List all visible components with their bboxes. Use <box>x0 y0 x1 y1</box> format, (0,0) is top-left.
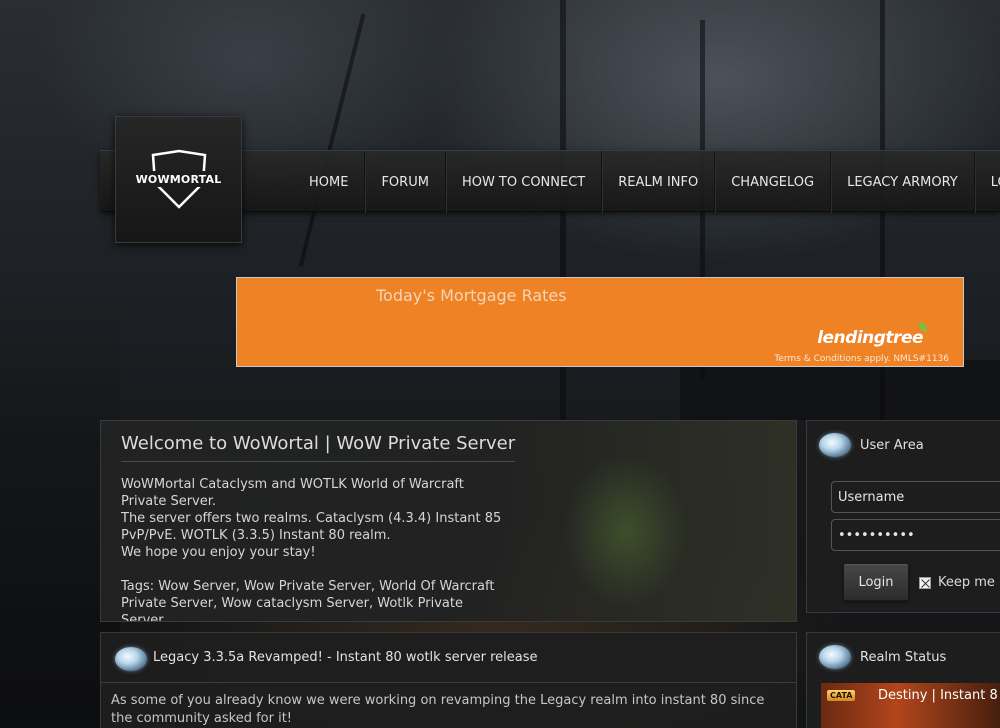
tags-line: Tags: Wow Server, Wow Private Server, Wo… <box>121 579 495 594</box>
user-area-panel: User Area Login Keep me <box>806 420 1000 613</box>
site-logo[interactable]: WOWMORTAL <box>115 116 242 243</box>
password-input[interactable] <box>831 519 1000 551</box>
orb-icon <box>115 647 147 671</box>
news-text-line: the community asked for it! <box>111 711 293 726</box>
login-button[interactable]: Login <box>843 563 909 601</box>
ad-headline[interactable]: Today's Mortgage Rates <box>376 286 567 305</box>
remember-checkbox[interactable] <box>919 576 931 589</box>
orb-icon <box>819 433 851 457</box>
realm-name: Destiny | Instant 8 <box>878 688 998 703</box>
background-art <box>680 360 1000 420</box>
welcome-text-line: WoWMortal Cataclysm and WOTLK World of W… <box>121 477 464 492</box>
realm-status-panel: Realm Status CATA Destiny | Instant 8 <box>806 632 1000 728</box>
welcome-title: Welcome to WoWortal | WoW Private Server <box>121 433 516 462</box>
nav-item-legacy-armory[interactable]: LEGACY ARMORY <box>830 151 974 213</box>
welcome-body: WoWMortal Cataclysm and WOTLK World of W… <box>121 476 521 622</box>
orb-icon <box>819 645 851 669</box>
remember-label: Keep me <box>938 575 995 590</box>
welcome-panel: Welcome to WoWortal | WoW Private Server… <box>100 420 797 622</box>
welcome-text-line: PvP/PvE. WOTLK (3.3.5) Instant 80 realm. <box>121 528 391 543</box>
background-art <box>298 13 366 267</box>
ad-brand-logo[interactable]: lendingtree <box>817 328 923 348</box>
welcome-text-line: The server offers two realms. Cataclysm … <box>121 511 502 526</box>
ad-banner[interactable]: Today's Mortgage Rates lendingtree Terms… <box>236 277 964 367</box>
news-panel: Legacy 3.3.5a Revamped! - Instant 80 wot… <box>100 632 797 728</box>
news-text-line: As some of you already know we were work… <box>111 693 765 708</box>
user-area-header: User Area <box>819 433 924 457</box>
ad-terms: Terms & Conditions apply. NMLS#1136 <box>774 354 949 364</box>
nav-item-home[interactable]: HOME <box>293 151 364 213</box>
nav-menu: HOME FORUM HOW TO CONNECT REALM INFO CHA… <box>293 151 1000 213</box>
tags-line: Server. <box>121 613 167 622</box>
realm-status-title: Realm Status <box>860 649 947 665</box>
cata-badge: CATA <box>827 690 856 701</box>
nav-item-realm-info[interactable]: REALM INFO <box>601 151 714 213</box>
news-body: As some of you already know we were work… <box>111 692 787 728</box>
tags-line: Private Server, Wow cataclysm Server, Wo… <box>121 596 463 611</box>
news-header: Legacy 3.3.5a Revamped! - Instant 80 wot… <box>101 633 796 683</box>
username-input[interactable] <box>831 481 1000 513</box>
realm-banner[interactable]: CATA Destiny | Instant 8 <box>821 683 1000 728</box>
realm-status-header: Realm Status <box>819 645 946 669</box>
nav-item-forum[interactable]: FORUM <box>364 151 444 213</box>
news-title[interactable]: Legacy 3.3.5a Revamped! - Instant 80 wot… <box>153 650 538 665</box>
welcome-text-line: Private Server. <box>121 494 217 509</box>
nav-item-how-to-connect[interactable]: HOW TO CONNECT <box>444 151 601 213</box>
nav-item-login[interactable]: LOGIN <box>973 151 1000 213</box>
nav-item-changelog[interactable]: CHANGELOG <box>714 151 830 213</box>
user-area-title: User Area <box>860 437 924 453</box>
character-art <box>496 441 756 621</box>
remember-me[interactable]: Keep me <box>919 575 995 590</box>
logo-text: WOWMORTAL <box>135 173 222 186</box>
welcome-text-line: We hope you enjoy your stay! <box>121 545 316 560</box>
